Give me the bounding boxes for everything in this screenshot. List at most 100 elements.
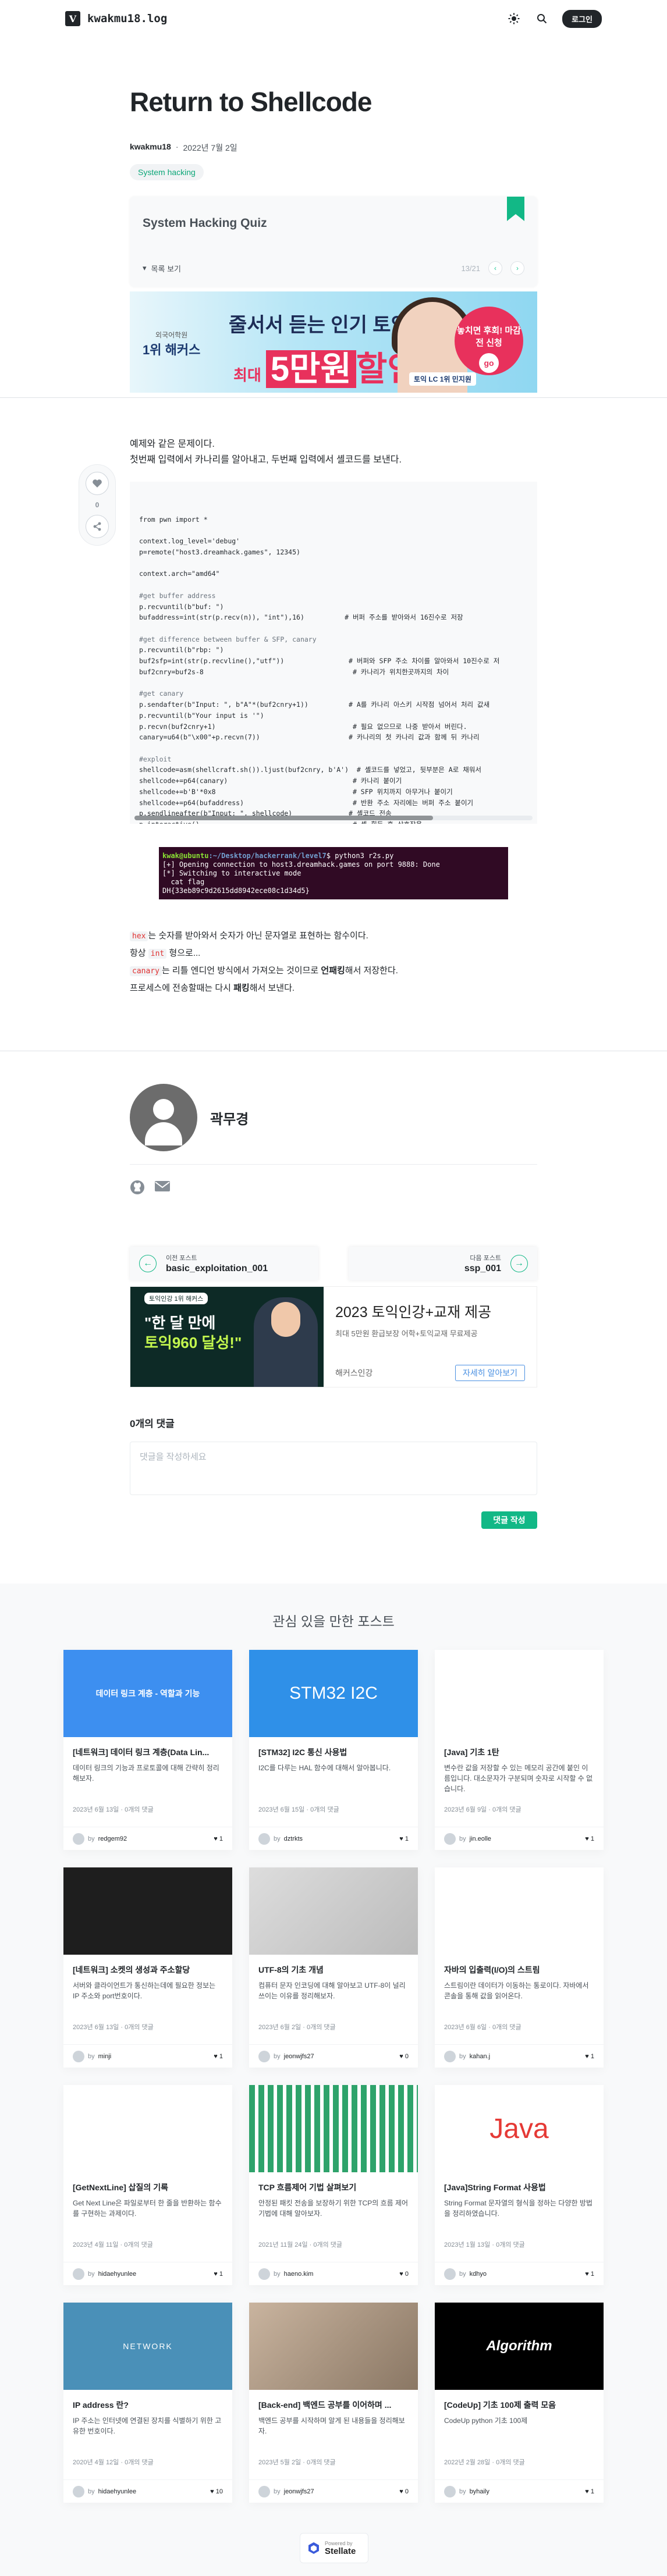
- card-footer: by byhaily ♥ 1: [435, 2479, 604, 2503]
- series-list-toggle[interactable]: ▾ 목록 보기: [143, 263, 181, 274]
- related-post-card[interactable]: [GetNextLine] 삽질의 기록 Get Next Line은 파일로부터…: [63, 2085, 232, 2285]
- next-post-label: 다음 포스트: [470, 1255, 501, 1262]
- code-line: p.sendafter(b"Input: ", b"A"*(buf2cnry+1…: [139, 700, 490, 709]
- related-post-card[interactable]: Algorithm [CodeUp] 기초 100제 출력 모음 CodeUp py…: [435, 2303, 604, 2503]
- related-post-card[interactable]: [Back-end] 백엔드 공부를 이어하며 ... 백엔드 공부를 시작하며 …: [249, 2303, 418, 2503]
- related-post-card[interactable]: STM32 I2C [STM32] I2C 통신 사용법 I2C를 다루는 HAL …: [249, 1650, 418, 1850]
- card-author[interactable]: by minji: [73, 2050, 111, 2062]
- post-thumbnail[interactable]: [249, 2085, 418, 2172]
- card-author[interactable]: by redgem92: [73, 1833, 127, 1845]
- post-thumbnail[interactable]: 데이터 링크 계층 - 역할과 기능: [63, 1650, 232, 1737]
- related-post-card[interactable]: UTF-8의 기초 개념 컴퓨터 문자 인코딩에 대해 알아보고 UTF-8이 널…: [249, 1867, 418, 2068]
- card-author[interactable]: by jeonwjfs27: [258, 2485, 314, 2497]
- card-title[interactable]: [GetNextLine] 삽질의 기록: [73, 2182, 223, 2193]
- ad-person-face: [271, 1302, 300, 1337]
- card-title[interactable]: [Java]String Format 사용법: [444, 2182, 594, 2193]
- post-thumbnail[interactable]: Java: [435, 2085, 604, 2172]
- card-author[interactable]: by kahan.j: [444, 2050, 490, 2062]
- related-post-card[interactable]: Java [Java]String Format 사용법 String Format…: [435, 2085, 604, 2285]
- blog-name[interactable]: kwakmu18.log: [87, 12, 167, 25]
- card-author[interactable]: by byhaily: [444, 2485, 489, 2497]
- like-button[interactable]: [86, 472, 109, 495]
- heart-icon: ♥: [585, 2270, 591, 2278]
- author-name[interactable]: 곽무경: [210, 1108, 249, 1128]
- post-thumbnail[interactable]: [435, 1650, 604, 1737]
- related-post-card[interactable]: 데이터 링크 계층 - 역할과 기능 [네트워크] 데이터 링크 계층(Data …: [63, 1650, 232, 1850]
- next-post-link[interactable]: 다음 포스트 ssp_001 →: [349, 1247, 537, 1281]
- post-thumbnail[interactable]: [249, 2303, 418, 2390]
- by-label: by: [459, 2052, 466, 2060]
- card-title[interactable]: UTF-8의 기초 개념: [258, 1964, 409, 1976]
- card-title[interactable]: TCP 흐름제어 기법 살펴보기: [258, 2182, 409, 2193]
- post-thumbnail[interactable]: [249, 1867, 418, 1955]
- code-horizontal-scrollbar[interactable]: [134, 816, 533, 821]
- post-thumbnail[interactable]: [63, 1867, 232, 1955]
- note-3: canary 는 리틀 엔디언 방식에서 가져오는 것이므로 언패킹해서 저장한다…: [130, 962, 537, 980]
- card-like-count: 10: [215, 2488, 223, 2495]
- card-title[interactable]: [CodeUp] 기초 100제 출력 모음: [444, 2399, 594, 2411]
- related-post-card[interactable]: 자바의 입출력(I/O)의 스트림 스트림이란 데이터가 이동하는 통로이다. 자…: [435, 1867, 604, 2068]
- post-tag[interactable]: System hacking: [130, 164, 204, 180]
- card-title[interactable]: [네트워크] 소켓의 생성과 주소할당: [73, 1964, 223, 1976]
- post-thumbnail[interactable]: Algorithm: [435, 2303, 604, 2390]
- ad-more-button[interactable]: 자세히 알아보기: [455, 1365, 525, 1382]
- card-author[interactable]: by hidaehyunlee: [73, 2268, 136, 2280]
- scrollbar-thumb[interactable]: [134, 816, 433, 821]
- github-icon[interactable]: [130, 1180, 145, 1198]
- heart-icon: ♥: [399, 1835, 405, 1842]
- card-author[interactable]: by jeonwjfs27: [258, 2050, 314, 2062]
- by-label: by: [88, 2488, 95, 2495]
- related-post-card[interactable]: [Java] 기초 1탄 변수란 값을 저장할 수 있는 메모리 공간에 붙인 이…: [435, 1650, 604, 1850]
- note-2: 항상 int 형으로...: [130, 945, 537, 962]
- share-button[interactable]: [86, 515, 109, 538]
- post-thumbnail[interactable]: [63, 2085, 232, 2172]
- card-title[interactable]: IP address 란?: [73, 2399, 223, 2411]
- chevron-left-icon: ‹: [494, 264, 496, 272]
- email-icon[interactable]: [154, 1180, 171, 1198]
- card-like-count: 1: [590, 1835, 594, 1842]
- card-author[interactable]: by kdhyo: [444, 2268, 487, 2280]
- ad-line2a: 최대: [233, 367, 261, 384]
- card-author[interactable]: by dztrkts: [258, 1833, 303, 1845]
- ad-go-button[interactable]: go: [479, 353, 499, 373]
- series-title[interactable]: System Hacking Quiz: [143, 216, 524, 230]
- search-icon[interactable]: [534, 11, 549, 26]
- heart-icon: ♥: [585, 1835, 591, 1842]
- post-thumbnail[interactable]: [435, 1867, 604, 1955]
- card-title[interactable]: [STM32] I2C 통신 사용법: [258, 1746, 409, 1758]
- author-avatar[interactable]: [130, 1084, 197, 1152]
- stellate-badge[interactable]: Powered by Stellate: [300, 2533, 368, 2563]
- code-line: #get difference between buffer & SFP, ca…: [139, 635, 317, 643]
- related-post-card[interactable]: [네트워크] 소켓의 생성과 주소할당 서버와 클라이언트가 통신하는데에 필요한…: [63, 1867, 232, 2068]
- theme-toggle-sun-icon[interactable]: [506, 11, 521, 26]
- series-next-button[interactable]: ›: [510, 261, 524, 275]
- author-avatar-small: [258, 1833, 270, 1845]
- card-author[interactable]: by hidaehyunlee: [73, 2485, 136, 2497]
- card-body: [CodeUp] 기초 100제 출력 모음 CodeUp python 기초 1…: [435, 2390, 604, 2479]
- card-title[interactable]: 자바의 입출력(I/O)의 스트림: [444, 1964, 594, 1976]
- post-thumbnail[interactable]: NETWORK: [63, 2303, 232, 2390]
- card-title[interactable]: [Java] 기초 1탄: [444, 1746, 594, 1758]
- card-like-count: 1: [219, 2052, 223, 2060]
- related-post-card[interactable]: TCP 흐름제어 기법 살펴보기 안정된 패킷 전송을 보장하기 위한 TCP의 …: [249, 2085, 418, 2285]
- velog-logo[interactable]: V: [65, 11, 80, 26]
- card-author[interactable]: by haeno.kim: [258, 2268, 313, 2280]
- card-title[interactable]: [Back-end] 백엔드 공부를 이어하며 ...: [258, 2399, 409, 2411]
- ad-link[interactable]: 해커스인강: [335, 1367, 372, 1379]
- series-prev-button[interactable]: ‹: [488, 261, 502, 275]
- code-block[interactable]: from pwn import * context.log_level='debu…: [130, 482, 537, 824]
- related-post-card[interactable]: NETWORK IP address 란? IP 주소는 인터넷에 연결된 장치를 …: [63, 2303, 232, 2503]
- card-title[interactable]: [네트워크] 데이터 링크 계층(Data Lin...: [73, 1746, 223, 1758]
- post-author[interactable]: kwakmu18: [130, 142, 171, 154]
- code-line: p=remote("host3.dreamhack.games", 12345): [139, 548, 300, 556]
- post-thumbnail[interactable]: STM32 I2C: [249, 1650, 418, 1737]
- card-footer: by hidaehyunlee ♥ 1: [63, 2262, 232, 2285]
- login-button[interactable]: 로그인: [562, 9, 602, 28]
- comment-input[interactable]: 댓글을 작성하세요: [130, 1442, 537, 1496]
- card-author[interactable]: by jin.eolle: [444, 1833, 491, 1845]
- blog-brand[interactable]: V kwakmu18.log: [65, 11, 167, 26]
- advertisement-banner-top[interactable]: 외국어학원 1위 해커스 줄서서 듣는 인기 토익 최대 5만원 할인 토익 LC …: [130, 291, 537, 393]
- comment-submit-button[interactable]: 댓글 작성: [481, 1511, 537, 1529]
- advertisement-banner-bottom[interactable]: 토익인강 1위 해커스 "한 달 만에 토익960 달성!" 2023 토익인강+…: [130, 1286, 537, 1388]
- previous-post-link[interactable]: ← 이전 포스트 basic_exploitation_001: [130, 1247, 318, 1281]
